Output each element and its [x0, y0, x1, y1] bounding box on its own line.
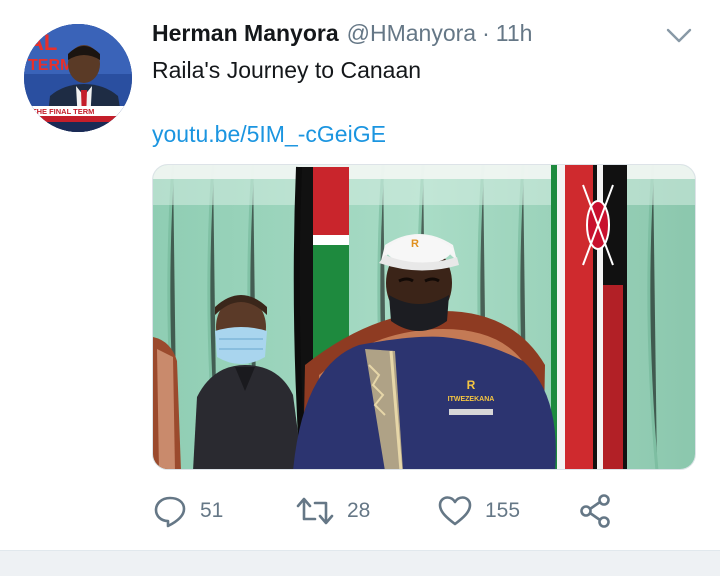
tweet-link[interactable]: youtu.be/5IM_-cGeiGE [152, 121, 386, 148]
retweet-count: 28 [347, 499, 371, 522]
retweet-icon[interactable] [295, 493, 335, 529]
heart-icon[interactable] [437, 493, 473, 529]
chevron-down-icon[interactable] [664, 24, 694, 48]
author-name[interactable]: Herman Manyora [152, 20, 339, 47]
next-tweet-divider [0, 550, 720, 576]
reply-button[interactable]: 51 [152, 490, 223, 532]
like-button[interactable]: 155 [437, 490, 520, 532]
tweet-actions: 51 28 155 [152, 490, 622, 532]
share-button[interactable] [578, 490, 614, 532]
retweet-button[interactable]: 28 [295, 490, 370, 532]
header-separator: · [482, 20, 490, 46]
reply-count: 51 [200, 499, 224, 522]
avatar-banner-text: THE FINAL TERM [32, 107, 94, 116]
svg-text:R: R [411, 238, 419, 250]
avatar[interactable]: AL TERM THE FINAL TERM [24, 24, 132, 132]
tweet-header: Herman Manyora @HManyora · 11h [152, 20, 532, 52]
reply-icon[interactable] [152, 493, 188, 529]
shirt-logo-text: ITWEZEKANA [448, 396, 495, 403]
share-icon[interactable] [578, 493, 614, 529]
tweet-card[interactable]: AL TERM THE FINAL TERM Herman Manyora @H… [0, 0, 720, 550]
tweet-timestamp[interactable]: 11h [496, 20, 533, 47]
author-handle[interactable]: @HManyora [347, 20, 476, 47]
svg-text:TERM: TERM [28, 57, 73, 74]
svg-text:AL: AL [28, 30, 57, 55]
tweet-text: Raila's Journey to Canaan [152, 57, 422, 83]
svg-text:R: R [467, 378, 476, 392]
tweet-media-image[interactable]: R ITWEZEKANA R [152, 164, 696, 470]
like-count: 155 [485, 499, 521, 522]
